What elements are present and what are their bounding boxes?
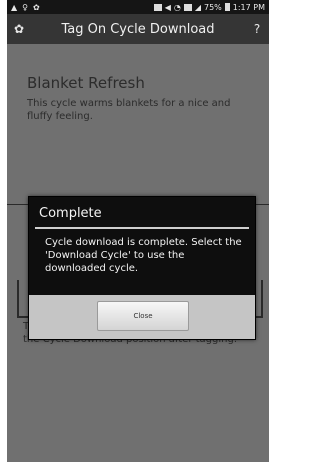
help-icon[interactable]: ?: [245, 22, 269, 36]
settings-icon: ✿: [33, 2, 40, 12]
status-time: 1:17 PM: [232, 2, 265, 12]
wifi-icon: ◔: [173, 2, 181, 12]
close-button[interactable]: Close: [97, 301, 189, 331]
battery-icon: [224, 3, 230, 11]
status-bar: ▲ ♀ ✿ ◀ ◔ ◢ 75% 1:17 PM: [7, 0, 269, 14]
home-icon[interactable]: ✿: [7, 22, 31, 36]
dialog-button-bar: Close: [29, 295, 255, 339]
cycle-name: Blanket Refresh: [27, 74, 145, 92]
volume-icon: ◀: [164, 2, 171, 12]
cycle-description: This cycle warms blankets for a nice and…: [27, 98, 231, 122]
complete-dialog: Complete Cycle download is complete. Sel…: [28, 196, 256, 340]
dialog-title: Complete: [39, 206, 102, 221]
phone-screen: ▲ ♀ ✿ ◀ ◔ ◢ 75% 1:17 PM ✿ Tag On Cycle D…: [7, 0, 269, 462]
main-content: Blanket Refresh This cycle warms blanket…: [7, 44, 269, 462]
app-bar: ✿ Tag On Cycle Download ?: [7, 14, 269, 44]
signal-icon: ◢: [194, 2, 201, 12]
screen-icon: [153, 3, 162, 11]
app-title: Tag On Cycle Download: [61, 21, 215, 37]
location-icon: ♀: [22, 2, 29, 12]
warning-icon: ▲: [11, 2, 18, 12]
dialog-message: Cycle download is complete. Select the '…: [45, 237, 242, 274]
battery-percent: 75%: [203, 2, 222, 12]
sim-icon: [183, 3, 192, 11]
dialog-divider: [35, 227, 249, 229]
